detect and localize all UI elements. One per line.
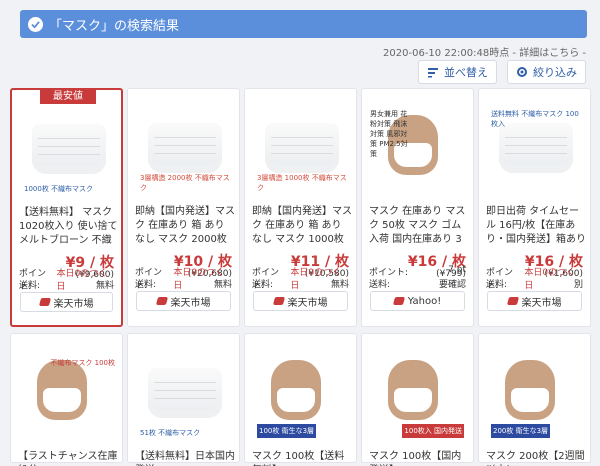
product-image[interactable]: 不織布マスク 100枚: [17, 350, 117, 446]
tag-icon: [392, 297, 405, 305]
product-image[interactable]: 100枚入 国内発送: [368, 350, 468, 446]
product-title[interactable]: 即納【国内発送】マスク 在庫あり 箱 あり なし マスク 2000枚入り 50枚…: [135, 205, 235, 247]
product-title[interactable]: 即日出荷 タイムセール 16円/枚【在庫あり・国内発送】箱あり マスク 100枚…: [486, 205, 586, 247]
product-title[interactable]: 【送料無料】日本国内発送: [135, 450, 235, 466]
tag-icon: [272, 297, 285, 305]
shipping-row: 送料: 要確認: [369, 277, 466, 290]
shop-button[interactable]: 楽天市場: [20, 292, 113, 312]
shipping-label: 送料:: [486, 280, 508, 290]
product-image-text: 100枚入 国内発送: [402, 424, 464, 438]
sort-label: 並べ替え: [444, 66, 488, 79]
product-card[interactable]: 51枚 不織布マスク 【送料無料】日本国内発送: [127, 333, 240, 466]
mask-illustration: [265, 123, 339, 173]
shop-label: 楽天市場: [170, 297, 211, 309]
tag-icon: [155, 297, 168, 305]
mask-illustration: [499, 123, 573, 173]
shop-label: 楽天市場: [53, 298, 94, 310]
product-title[interactable]: マスク 100枚【国内発送】: [369, 450, 469, 466]
shipping-label: 送料:: [252, 280, 274, 290]
lowest-price-badge: 最安値: [40, 90, 96, 104]
product-image-text: 100枚 衛生な3層: [257, 424, 317, 438]
shipping-value: 要確認: [438, 280, 466, 290]
results-title: 「マスク」の検索結果: [49, 18, 180, 34]
product-image-text: 3層構造 1000枚 不織布マスク: [257, 174, 347, 192]
mask-illustration: [32, 124, 106, 174]
product-card[interactable]: 不織布マスク 100枚 【ラストチャンス在庫処分: [10, 333, 123, 466]
product-card[interactable]: 200枚 衛生な3層 マスク 200枚【2週間以内に: [478, 333, 591, 466]
shipping-value: 別: [573, 280, 583, 290]
product-image[interactable]: 3層構造 2000枚 不織布マスク: [134, 105, 234, 201]
product-title[interactable]: マスク 100枚【送料無料】: [252, 450, 352, 466]
shipping-row: 送料: 無料: [19, 278, 114, 291]
sort-button[interactable]: 並べ替え: [418, 60, 497, 84]
shipping-value: 無料: [213, 280, 232, 290]
product-card[interactable]: 男女兼用 花粉対策 飛沫対策 風邪対策 PM2.5対策 マスク 在庫あり マスク…: [361, 88, 474, 327]
product-image[interactable]: 男女兼用 花粉対策 飛沫対策 風邪対策 PM2.5対策: [368, 105, 468, 201]
product-title[interactable]: 【送料無料】 マスク 1020枚入り 使い捨て メルトブローン 不織布 男女兼用…: [19, 206, 119, 248]
shipping-row: 送料: 別: [486, 277, 583, 290]
tag-icon: [506, 297, 519, 305]
product-card[interactable]: 100枚入 国内発送 マスク 100枚【国内発送】: [361, 333, 474, 466]
model-photo: [388, 360, 438, 420]
shop-button[interactable]: 楽天市場: [487, 291, 582, 311]
product-image-text: 男女兼用 花粉対策 飛沫対策 風邪対策 PM2.5対策: [370, 110, 408, 158]
product-image[interactable]: 200枚 衛生な3層: [485, 350, 585, 446]
shipping-label: 送料:: [19, 281, 41, 291]
product-title[interactable]: マスク 200枚【2週間以内に: [486, 450, 586, 466]
shipping-row: 送料: 無料: [252, 277, 349, 290]
product-image[interactable]: 送料無料 不織布マスク 100枚入: [485, 105, 585, 201]
product-image-text: 3層構造 2000枚 不織布マスク: [140, 174, 230, 192]
mask-illustration: [148, 123, 222, 173]
shop-label: 楽天市場: [521, 297, 562, 309]
product-image[interactable]: 100枚 衛生な3層: [251, 350, 351, 446]
shipping-label: 送料:: [369, 280, 391, 290]
product-title[interactable]: 即納【国内発送】マスク 在庫あり 箱 あり なし マスク 1000枚入り 50枚…: [252, 205, 352, 247]
model-photo: [271, 360, 321, 420]
product-image[interactable]: 1000枚 不織布マスク: [18, 106, 118, 202]
results-header: 「マスク」の検索結果: [20, 10, 587, 38]
product-image[interactable]: 3層構造 1000枚 不織布マスク: [251, 105, 351, 201]
tag-icon: [38, 298, 51, 306]
filter-label: 絞り込み: [533, 66, 577, 79]
shipping-value: 無料: [95, 281, 114, 291]
product-image-text: 送料無料 不織布マスク 100枚入: [491, 110, 579, 128]
product-title[interactable]: マスク 在庫あり マスク 50枚 マスク ゴム 入荷 国内在庫あり 3層構造 白…: [369, 205, 469, 247]
product-image-text: 1000枚 不織布マスク: [24, 185, 94, 193]
shop-label: 楽天市場: [287, 297, 328, 309]
check-circle-icon: [28, 16, 43, 32]
product-card[interactable]: 最安値 1000枚 不織布マスク 【送料無料】 マスク 1020枚入り 使い捨て…: [10, 88, 123, 327]
model-photo: [505, 360, 555, 420]
filter-button[interactable]: 絞り込み: [507, 60, 586, 84]
product-card[interactable]: 送料無料 不織布マスク 100枚入 即日出荷 タイムセール 16円/枚【在庫あり…: [478, 88, 591, 327]
shipping-value: 無料: [330, 280, 349, 290]
mask-illustration: [148, 368, 222, 418]
gear-icon: [516, 66, 528, 78]
product-image-text: 51枚 不織布マスク: [140, 429, 201, 437]
shipping-row: 送料: 無料: [135, 277, 232, 290]
model-photo: [37, 360, 87, 420]
product-card[interactable]: 3層構造 1000枚 不織布マスク 即納【国内発送】マスク 在庫あり 箱 あり …: [244, 88, 357, 327]
shop-label: Yahoo!: [407, 295, 442, 307]
shipping-label: 送料:: [135, 280, 157, 290]
product-image-text: 不織布マスク 100枚: [50, 359, 115, 367]
product-title[interactable]: 【ラストチャンス在庫処分: [18, 450, 118, 466]
product-card[interactable]: 100枚 衛生な3層 マスク 100枚【送料無料】: [244, 333, 357, 466]
product-image-text: 200枚 衛生な3層: [491, 424, 551, 438]
shop-button[interactable]: 楽天市場: [136, 291, 231, 311]
product-card[interactable]: 3層構造 2000枚 不織布マスク 即納【国内発送】マスク 在庫あり 箱 あり …: [127, 88, 240, 327]
shop-button[interactable]: Yahoo!: [370, 291, 465, 311]
sort-icon: [427, 66, 439, 78]
product-image[interactable]: 51枚 不織布マスク: [134, 350, 234, 446]
toolbar: 並べ替え 絞り込み: [418, 60, 586, 84]
shop-button[interactable]: 楽天市場: [253, 291, 348, 311]
timestamp-detail-link[interactable]: 2020-06-10 22:00:48時点 - 詳細はこちら -: [383, 44, 586, 59]
